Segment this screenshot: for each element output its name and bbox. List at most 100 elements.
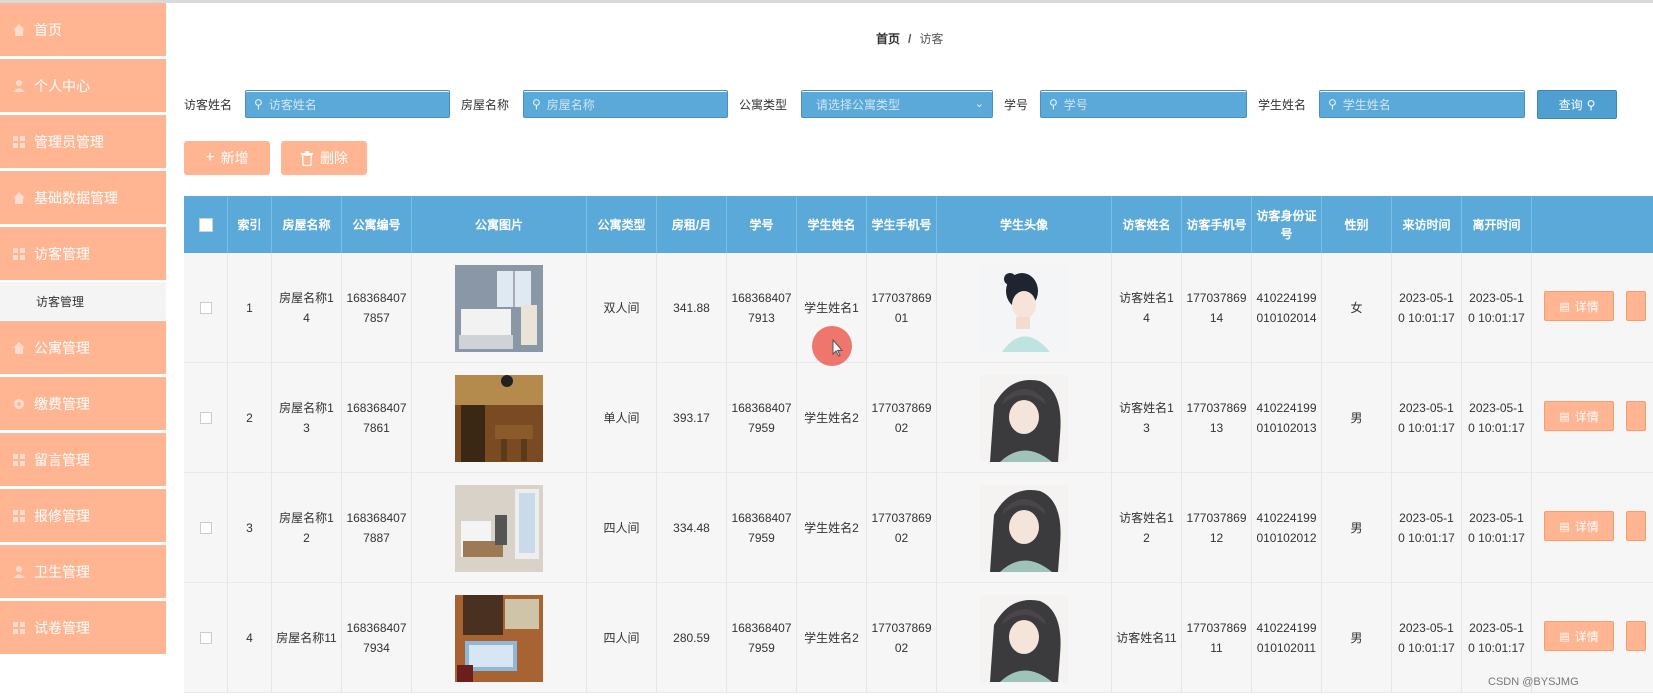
sidebar-item-hygiene[interactable]: 卫生管理 <box>0 545 166 599</box>
cell-student-avatar <box>937 473 1112 583</box>
student-name-placeholder: 学生姓名 <box>1342 97 1391 112</box>
breadcrumb-separator: / <box>908 32 912 46</box>
edit-button[interactable] <box>1626 291 1646 321</box>
th-visitor-id: 访客身份证号 <box>1252 196 1322 253</box>
th-visitor-phone: 访客手机号 <box>1182 196 1252 253</box>
search-icon: ⚲ <box>1586 97 1596 112</box>
cell-apt-type: 四人间 <box>587 583 657 693</box>
row-checkbox[interactable] <box>199 302 212 314</box>
grid-icon <box>13 509 25 522</box>
th-apt-no: 公寓编号 <box>342 196 412 253</box>
home-icon <box>13 341 25 354</box>
sidebar-item-visitor[interactable]: 访客管理 <box>0 227 166 281</box>
th-leave: 离开时间 <box>1462 196 1532 253</box>
cursor-highlight <box>812 326 852 366</box>
apt-type-select[interactable]: 请选择公寓类型 ⌄ <box>801 90 993 118</box>
student-no-placeholder: 学号 <box>1063 97 1088 112</box>
top-border <box>0 0 1653 3</box>
cell-visitor-name: 访客姓名12 <box>1112 473 1182 583</box>
row-checkbox[interactable] <box>199 632 212 644</box>
student-name-input[interactable]: ⚲ 学生姓名 <box>1319 90 1525 118</box>
detail-label: 详情 <box>1574 519 1599 534</box>
sidebar-item-repair[interactable]: 报修管理 <box>0 489 166 543</box>
select-all-checkbox[interactable] <box>184 196 228 253</box>
visitor-name-label: 访客姓名 <box>184 98 233 112</box>
cell-arrive: 2023-05-10 10:01:17 <box>1392 473 1462 583</box>
table-row[interactable]: 3 房屋名称12 1683684077887 四人间 334.48 16836840779… <box>184 473 1653 583</box>
table-row[interactable]: 1 房屋名称14 1683684077857 双人间 341.88 16836840779… <box>184 253 1653 363</box>
document-icon: ▤ <box>1559 630 1570 643</box>
add-label: 新增 <box>220 150 249 166</box>
cell-gender: 男 <box>1322 363 1392 473</box>
student-no-input[interactable]: ⚲ 学号 <box>1040 90 1247 118</box>
th-apt-type: 公寓类型 <box>587 196 657 253</box>
house-name-input[interactable]: ⚲ 房屋名称 <box>523 90 728 118</box>
cell-leave: 2023-05-10 10:01:17 <box>1462 363 1532 473</box>
cell-student-phone: 17703786902 <box>867 363 937 473</box>
cell-visitor-name: 访客姓名14 <box>1112 253 1182 363</box>
student-avatar <box>980 374 1068 462</box>
trash-icon <box>301 150 313 166</box>
grid-icon <box>13 135 25 148</box>
edit-button[interactable] <box>1626 621 1646 651</box>
edit-button[interactable] <box>1626 511 1646 541</box>
row-checkbox[interactable] <box>199 412 212 424</box>
sidebar-item-apartment[interactable]: 公寓管理 <box>0 321 166 375</box>
th-arrive: 来访时间 <box>1392 196 1462 253</box>
cell-rent: 341.88 <box>657 253 727 363</box>
cell-apt-type: 双人间 <box>587 253 657 363</box>
detail-button[interactable]: ▤ 详情 <box>1544 401 1614 431</box>
cell-index: 3 <box>228 473 272 583</box>
home-icon <box>13 23 25 36</box>
detail-button[interactable]: ▤ 详情 <box>1544 511 1614 541</box>
th-student-avatar: 学生头像 <box>937 196 1112 253</box>
cell-house: 房屋名称11 <box>272 583 342 693</box>
visitor-name-input[interactable]: ⚲ 访客姓名 <box>245 90 450 118</box>
sidebar-item-base-data[interactable]: 基础数据管理 <box>0 171 166 225</box>
checkbox[interactable] <box>198 217 213 232</box>
add-button[interactable]: + 新增 <box>184 141 270 175</box>
pointer-icon <box>832 338 844 357</box>
sidebar-item-payment[interactable]: 缴费管理 <box>0 377 166 431</box>
sidebar-item-profile[interactable]: 个人中心 <box>0 59 166 113</box>
query-button[interactable]: 查询 ⚲ <box>1537 90 1617 119</box>
sidebar-item-home[interactable]: 首页 <box>0 3 166 57</box>
cell-student-name: 学生姓名2 <box>797 473 867 583</box>
row-checkbox-cell <box>184 473 228 583</box>
cell-student-phone: 17703786902 <box>867 473 937 583</box>
sidebar-item-exam[interactable]: 试卷管理 <box>0 601 166 655</box>
cell-apt-image <box>412 583 587 693</box>
edit-button[interactable] <box>1626 401 1646 431</box>
row-checkbox[interactable] <box>199 522 212 534</box>
cell-apt-image <box>412 253 587 363</box>
cell-index: 1 <box>228 253 272 363</box>
cell-visitor-phone: 17703786913 <box>1182 363 1252 473</box>
detail-button[interactable]: ▤ 详情 <box>1544 621 1614 651</box>
grid-icon <box>13 453 25 466</box>
table-row[interactable]: 4 房屋名称11 1683684077934 四人间 280.59 16836840779… <box>184 583 1653 693</box>
cell-visitor-phone: 17703786911 <box>1182 583 1252 693</box>
cell-visitor-name: 访客姓名13 <box>1112 363 1182 473</box>
detail-button[interactable]: ▤ 详情 <box>1544 291 1614 321</box>
house-name-label: 房屋名称 <box>461 98 510 112</box>
table-row[interactable]: 2 房屋名称13 1683684077861 单人间 393.17 16836840779… <box>184 363 1653 473</box>
sidebar-item-label: 访客管理 <box>34 245 90 262</box>
cell-visitor-id: 410224199010102012 <box>1252 473 1322 583</box>
cell-student-avatar <box>937 363 1112 473</box>
gear-icon <box>14 398 24 409</box>
delete-button[interactable]: 删除 <box>281 141 367 175</box>
breadcrumb-home[interactable]: 首页 <box>876 32 900 46</box>
cell-student-no: 1683684077913 <box>727 253 797 363</box>
th-index: 索引 <box>228 196 272 253</box>
th-visitor-name: 访客姓名 <box>1112 196 1182 253</box>
cell-student-avatar <box>937 253 1112 363</box>
cell-arrive: 2023-05-10 10:01:17 <box>1392 583 1462 693</box>
cell-rent: 393.17 <box>657 363 727 473</box>
breadcrumb-current: 访客 <box>919 32 944 46</box>
sidebar-item-admin[interactable]: 管理员管理 <box>0 115 166 169</box>
th-student-no: 学号 <box>727 196 797 253</box>
cell-rent: 334.48 <box>657 473 727 583</box>
sidebar-item-message[interactable]: 留言管理 <box>0 433 166 487</box>
sidebar-subitem-visitor[interactable]: 访客管理 <box>0 282 166 320</box>
apartment-photo <box>455 264 543 352</box>
